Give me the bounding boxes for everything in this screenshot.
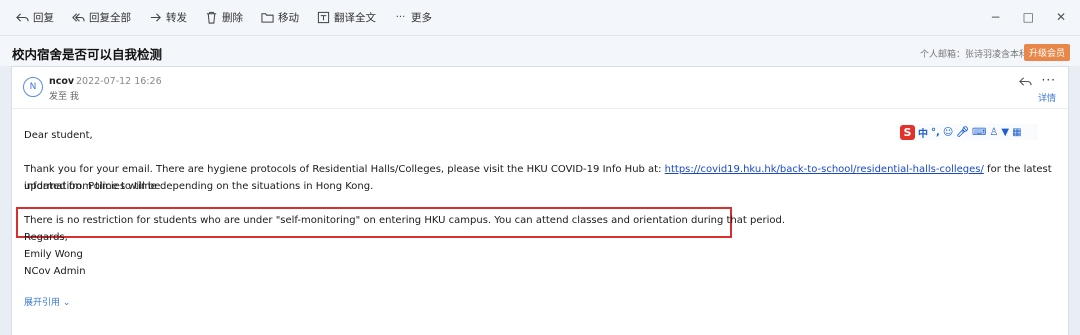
account-label: 个人邮箱：张诗羽凌含本科 bbox=[919, 50, 1028, 60]
covid-info-link[interactable]: https://covid19.hku.hk/back-to-school/re… bbox=[665, 164, 984, 175]
maximize-button[interactable]: □ bbox=[1023, 10, 1034, 24]
ime-punct[interactable]: °, bbox=[931, 127, 940, 138]
reply-icon bbox=[16, 11, 29, 24]
reply-icon[interactable] bbox=[1019, 75, 1032, 88]
more-button[interactable]: ··· 更多 bbox=[388, 6, 438, 30]
sent-date: 2022-07-12 16:26 bbox=[76, 76, 162, 87]
paragraph-1-line-2: updated from time to time depending on t… bbox=[24, 181, 374, 192]
reply-all-label: 回复全部 bbox=[89, 12, 131, 24]
sender-name[interactable]: ncov bbox=[49, 76, 74, 87]
signature-org: NCov Admin bbox=[24, 266, 86, 277]
translate-label: 翻译全文 bbox=[334, 12, 376, 24]
more-label: 更多 bbox=[411, 12, 432, 24]
delete-label: 删除 bbox=[222, 12, 243, 24]
move-button[interactable]: 移动 bbox=[255, 6, 305, 30]
reply-button[interactable]: 回复 bbox=[10, 6, 60, 30]
paragraph-2: There is no restriction for students who… bbox=[24, 215, 786, 226]
regards: Regards, bbox=[24, 232, 68, 243]
mail-subject: 校内宿舍是否可以自我检测 bbox=[12, 47, 163, 62]
details-link[interactable]: 详情 bbox=[1038, 91, 1056, 104]
ime-language[interactable]: 中 bbox=[918, 125, 928, 140]
ellipsis-icon: ··· bbox=[395, 12, 406, 23]
reply-all-icon bbox=[72, 11, 85, 24]
upgrade-button[interactable]: 升级会员 bbox=[1023, 44, 1070, 61]
greeting: Dear student, bbox=[24, 130, 93, 141]
paragraph-1-text: Thank you for your email. There are hygi… bbox=[24, 164, 665, 175]
subject-row: 校内宿舍是否可以自我检测 个人邮箱：张诗羽凌含本科 升级会员 bbox=[0, 36, 1080, 66]
translate-button[interactable]: 翻译全文 bbox=[311, 6, 382, 30]
reply-label: 回复 bbox=[33, 12, 54, 24]
folder-move-icon bbox=[261, 11, 274, 24]
forward-button[interactable]: 转发 bbox=[143, 6, 193, 30]
reply-all-button[interactable]: 回复全部 bbox=[66, 6, 137, 30]
expand-quote-link[interactable]: 展开引用 ⌄ bbox=[24, 295, 70, 308]
ime-toolbar[interactable]: S 中 °, ☺ 🎤︎ ⌨ ♙ ▼ ▦ bbox=[898, 124, 1038, 140]
more-options-icon[interactable]: ··· bbox=[1042, 73, 1056, 87]
avatar[interactable]: N bbox=[23, 77, 43, 97]
mail-toolbar: 回复 回复全部 转发 删除 移动 翻译全文 ··· 更多 − □ ✕ bbox=[0, 0, 1080, 36]
forward-label: 转发 bbox=[166, 12, 187, 24]
close-button[interactable]: ✕ bbox=[1056, 10, 1066, 24]
window-controls: − □ ✕ bbox=[991, 10, 1066, 24]
minimize-button[interactable]: − bbox=[991, 10, 1001, 24]
trash-icon bbox=[205, 11, 218, 24]
person-icon[interactable]: ♙ bbox=[989, 127, 998, 138]
signature-name: Emily Wong bbox=[24, 249, 83, 260]
mail-card: N ncov 2022-07-12 16:26 发至 我 ··· 详情 S 中 … bbox=[11, 66, 1069, 335]
grid-icon[interactable]: ▦ bbox=[1012, 127, 1021, 138]
translate-icon bbox=[317, 11, 330, 24]
keyboard-icon[interactable]: ⌨ bbox=[972, 127, 986, 138]
delete-button[interactable]: 删除 bbox=[199, 6, 249, 30]
smile-icon[interactable]: ☺ bbox=[943, 127, 953, 138]
recipient-line: 发至 我 bbox=[49, 92, 79, 102]
move-label: 移动 bbox=[278, 12, 299, 24]
forward-icon bbox=[149, 11, 162, 24]
mic-icon[interactable]: 🎤︎ bbox=[956, 127, 969, 138]
message-header: N ncov 2022-07-12 16:26 发至 我 ··· 详情 bbox=[12, 67, 1068, 109]
shirt-icon[interactable]: ▼ bbox=[1001, 127, 1009, 138]
sogou-logo-icon: S bbox=[900, 124, 915, 140]
